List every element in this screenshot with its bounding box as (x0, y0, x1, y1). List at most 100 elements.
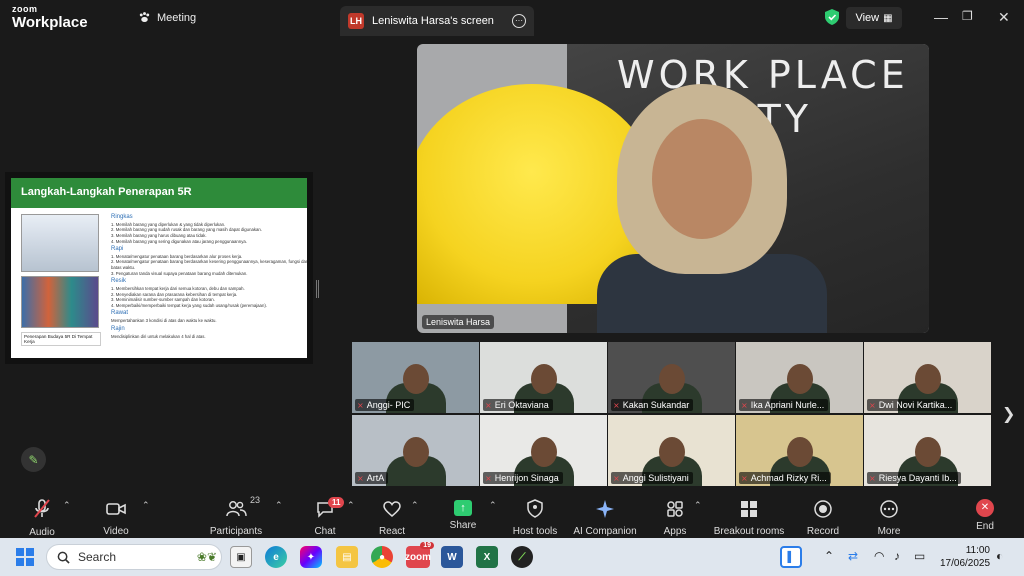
resize-handle[interactable] (316, 280, 319, 298)
participant-name: Kakan Sukandar (622, 400, 690, 410)
taskbar-search[interactable]: Search ❀❦ (46, 544, 222, 570)
view-button[interactable]: View ▦ (846, 7, 902, 29)
participant-tile[interactable]: ⨯ Achmad Rizky Ri... (736, 415, 863, 486)
participant-name: Anggi- PIC (366, 400, 411, 410)
main-speaker-video: WORK PLACE ETY Leniswita Harsa (417, 44, 929, 333)
zoom-window: zoom Workplace Meeting LH Leniswita Hars… (0, 0, 1024, 576)
annotate-pencil-icon[interactable]: ✎ (21, 447, 46, 472)
wifi-icon[interactable]: ◠ (874, 549, 884, 563)
slide-section-line: 3. Pengaturan tanda visual supaya penata… (111, 270, 248, 276)
breakout-rooms-button[interactable]: Breakout rooms (709, 496, 789, 537)
participant-name: ArtA (366, 473, 385, 483)
windows-start-icon[interactable] (16, 548, 34, 566)
widgets-icon[interactable]: ▌ (780, 546, 802, 568)
participant-tile[interactable]: ⨯ Kakan Sukandar (608, 342, 735, 413)
notification-icon[interactable]: ◐ (996, 549, 1003, 563)
host-tools-button[interactable]: Host tools (495, 496, 575, 537)
battery-icon[interactable]: ▭ (914, 549, 925, 563)
chrome-icon[interactable]: ● (371, 546, 393, 568)
mic-muted-icon: ⨯ (613, 473, 620, 483)
participant-name-label: ⨯ Dwi Novi Kartika... (867, 399, 957, 411)
factory-image (21, 276, 99, 328)
restore-icon[interactable]: ❐ (962, 9, 973, 23)
edge-icon[interactable]: e (265, 546, 287, 568)
participants-button[interactable]: Participants (196, 496, 276, 537)
apps-button[interactable]: Apps (635, 496, 715, 537)
more-label: More (877, 526, 901, 537)
more-options-icon[interactable]: ··· (512, 14, 526, 28)
more-button[interactable]: More (849, 496, 929, 537)
react-caret-icon[interactable]: ⌃ (411, 500, 419, 511)
view-button-label: View (855, 12, 880, 24)
tray-expand-icon[interactable]: ⌃ (824, 549, 834, 563)
mic-muted-icon: ⨯ (613, 400, 620, 410)
slide-text: Ringkas 1. Memilah barang yang diperlukan… (111, 212, 309, 339)
apps-caret-icon[interactable]: ⌃ (694, 500, 702, 511)
host-tools-label: Host tools (512, 526, 558, 537)
meeting-toolbar: Audio ⌃ Video ⌃ Participants 23 ⌃ Chat 1… (0, 492, 1024, 538)
participant-name: Eri Oktaviana (494, 400, 549, 410)
slide-section-line: 4. Memilah barang yang sering digunakan … (111, 238, 247, 244)
participant-tile[interactable]: ⨯ Riesya Dayanti Ib... (864, 415, 991, 486)
video-camera-icon (105, 496, 127, 520)
meeting-tab-label: Meeting (157, 11, 197, 24)
excel-icon[interactable]: X (476, 546, 498, 568)
meeting-tab[interactable]: Meeting (138, 11, 196, 24)
app-leaf-icon[interactable]: ⟋ (511, 546, 533, 568)
slide-section-heading: Rawat (111, 310, 129, 317)
slide-section-heading: Ringkas (111, 214, 133, 220)
participant-name-label: ⨯ ArtA (355, 472, 389, 484)
task-view-icon[interactable]: ▣ (230, 546, 252, 568)
participant-tile[interactable]: ⨯ Henrijon Sinaga (480, 415, 607, 486)
participant-tile[interactable]: ⨯ Anggi Sulistiyani (608, 415, 735, 486)
file-explorer-icon[interactable]: ▤ (336, 546, 358, 568)
record-icon (813, 496, 833, 520)
logo-zoom-text: zoom (12, 4, 38, 14)
mic-muted-icon: ⨯ (485, 400, 492, 410)
participant-name: Achmad Rizky Ri... (750, 473, 827, 483)
slide-section-heading: Rajin (111, 325, 125, 332)
ai-companion-button[interactable]: AI Companion (565, 496, 645, 537)
close-icon[interactable]: ✕ (998, 9, 1010, 26)
participant-tile[interactable]: ⨯ Ika Apriani Nurle... (736, 342, 863, 413)
end-label: End (976, 521, 994, 532)
zoom-logo: zoom Workplace (12, 4, 88, 31)
language-icon[interactable]: ⇄ (848, 549, 858, 563)
mic-muted-icon: ⨯ (357, 400, 364, 410)
react-button[interactable]: React (352, 496, 432, 537)
mic-muted-icon (33, 496, 51, 520)
minimize-icon[interactable]: — (934, 9, 948, 25)
zoom-taskbar-icon[interactable]: zoom 19 (405, 542, 434, 568)
apps-label: Apps (663, 526, 687, 537)
slide-title: Langkah-Langkah Penerapan 5R (11, 178, 307, 208)
screen-share-tab[interactable]: LH Leniswita Harsa's screen ··· (340, 6, 534, 36)
word-icon[interactable]: W (441, 546, 463, 568)
mic-muted-icon: ⨯ (869, 473, 876, 483)
participant-tile[interactable]: ⨯ Dwi Novi Kartika... (864, 342, 991, 413)
taskbar-clock[interactable]: 11:00 17/06/2025 (940, 544, 990, 570)
speaker-icon[interactable]: ♪ (894, 549, 900, 563)
slide-section-line: 4. Memperbaiki/memperbaiki tempat kerja … (111, 302, 267, 308)
participants-caret-icon[interactable]: ⌃ (275, 500, 283, 511)
audio-caret-icon[interactable]: ⌃ (63, 500, 71, 511)
participant-tile[interactable]: ⨯ Anggi- PIC (352, 342, 479, 413)
slide-section-line: 2. Menata/mengatur penataan barang berda… (111, 259, 309, 271)
copilot-icon[interactable]: ✦ (300, 546, 322, 568)
participant-tile[interactable]: ⨯ ArtA (352, 415, 479, 486)
slide-section-line: Mendisiplinkan diri untuk melakukan 4 ha… (111, 333, 206, 339)
zoom-taskbar-badge: 19 (420, 542, 434, 549)
participant-tile[interactable]: ⨯ Eri Oktaviana (480, 342, 607, 413)
clock-time: 11:00 (965, 545, 990, 556)
breakout-rooms-label: Breakout rooms (713, 526, 785, 537)
end-meeting-button[interactable]: ✕ End (945, 496, 1024, 532)
speaker-figure (597, 84, 827, 333)
end-x-icon: ✕ (976, 499, 994, 517)
react-label: React (378, 526, 406, 537)
security-shield-icon[interactable] (825, 9, 839, 25)
video-caret-icon[interactable]: ⌃ (142, 500, 150, 511)
search-icon (57, 551, 70, 564)
screen-share-tab-label: Leniswita Harsa's screen (372, 15, 494, 27)
participant-name-label: ⨯ Anggi- PIC (355, 399, 415, 411)
gallery-next-icon[interactable]: ❯ (1002, 404, 1015, 424)
clock-date: 17/06/2025 (940, 558, 991, 569)
